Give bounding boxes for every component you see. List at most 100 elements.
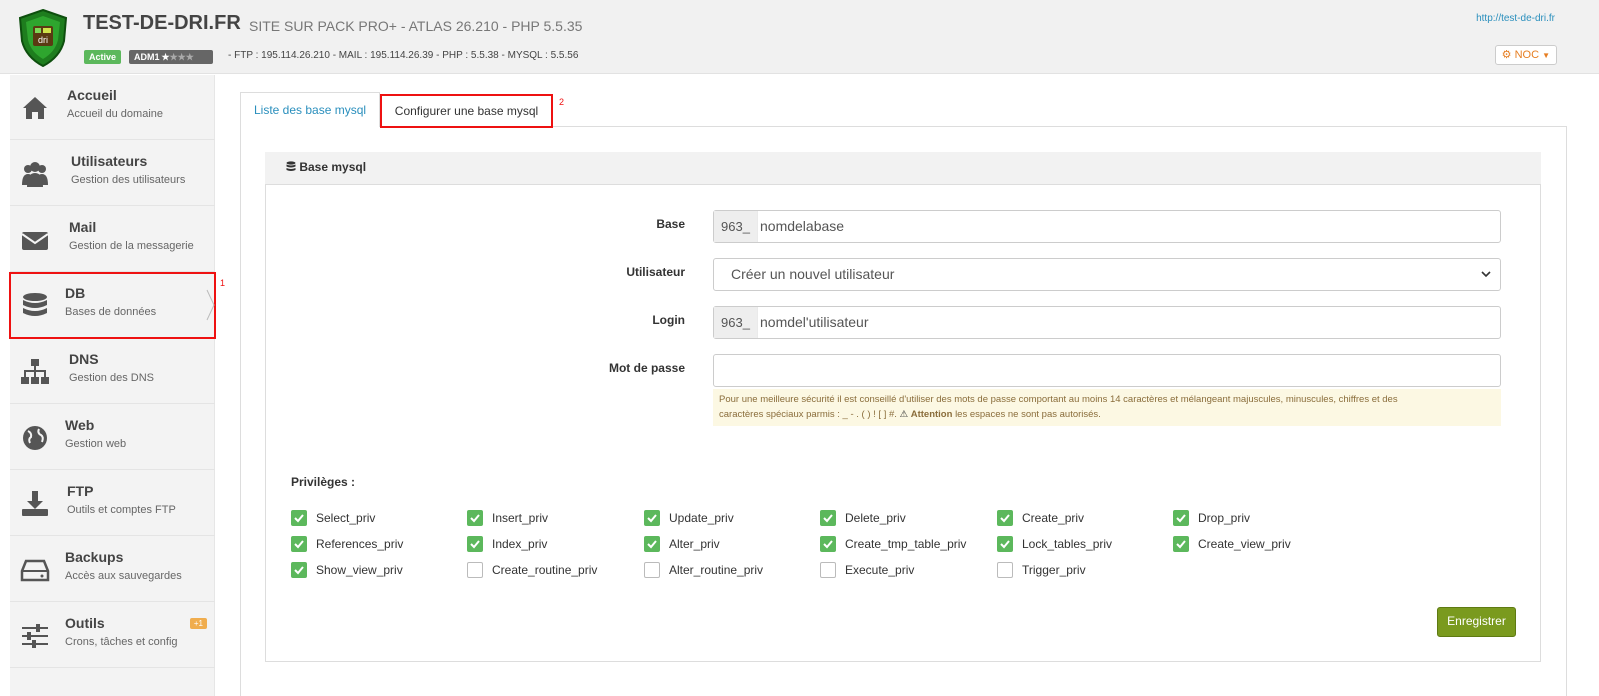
- sidebar-item-subtitle: Accueil du domaine: [67, 108, 164, 120]
- password-input[interactable]: [713, 354, 1501, 387]
- sidebar-item-title: Web: [65, 417, 95, 433]
- privilege-label: Show_view_priv: [316, 563, 403, 577]
- status-badge: Active: [84, 50, 122, 64]
- privilege-label: Create_tmp_table_priv: [845, 537, 967, 551]
- privilege-label: Select_priv: [316, 511, 376, 525]
- checkbox-checked-icon[interactable]: [997, 536, 1013, 552]
- checkbox-checked-icon[interactable]: [644, 510, 660, 526]
- sidebar-item-backups[interactable]: Backups Accès aux sauvegardes: [10, 537, 215, 602]
- tab-liste-bases[interactable]: Liste des base mysql: [240, 92, 381, 127]
- sidebar-item-web[interactable]: Web Gestion web: [10, 405, 215, 470]
- hint-line-1: Pour une meilleure sécurité il est conse…: [719, 394, 1398, 405]
- envelope-icon: [21, 232, 49, 250]
- annotation-marker-1: 1: [220, 278, 226, 288]
- database-icon: [286, 161, 296, 171]
- privilege-label: Drop_priv: [1198, 511, 1251, 525]
- logo-text: dri: [38, 35, 48, 45]
- sidebar-item-utilisateurs[interactable]: Utilisateurs Gestion des utilisateurs: [10, 141, 215, 206]
- privilege-label: Index_priv: [492, 537, 548, 551]
- sidebar-item-title: FTP: [67, 483, 94, 499]
- sidebar-item-title: Outils: [65, 615, 105, 631]
- privilege-label: Create_routine_priv: [492, 563, 598, 577]
- hint-line-2-end: les espaces ne sont pas autorisés.: [955, 409, 1101, 420]
- site-url-link[interactable]: http://test-de-dri.fr: [1476, 13, 1555, 24]
- sidebar-item-title: Utilisateurs: [71, 153, 148, 169]
- checkbox-unchecked-icon[interactable]: [644, 562, 660, 578]
- checkbox-checked-icon[interactable]: [467, 536, 483, 552]
- rating-stars-icon: ★★★★: [161, 52, 194, 62]
- sidebar: Accueil Accueil du domaine Utilisateurs …: [9, 75, 216, 696]
- sidebar-item-title: Backups: [65, 549, 124, 565]
- password-hint: Pour une meilleure sécurité il est conse…: [713, 389, 1501, 426]
- sidebar-item-outils[interactable]: Outils Crons, tâches et config +1: [10, 603, 215, 668]
- privilege-label: Create_view_priv: [1198, 537, 1291, 551]
- sliders-icon: [22, 624, 48, 648]
- checkbox-checked-icon[interactable]: [820, 510, 836, 526]
- site-title: TEST-DE-DRI.FR: [83, 12, 241, 34]
- checkbox-checked-icon[interactable]: [997, 510, 1013, 526]
- user-select[interactable]: Créer un nouvel utilisateur: [713, 258, 1501, 291]
- globe-icon: [23, 426, 47, 450]
- base-prefix-addon: 963_: [714, 211, 758, 242]
- database-icon: [23, 293, 47, 316]
- noc-dropdown-button[interactable]: ⚙ NOC ▼: [1494, 45, 1557, 65]
- sidebar-item-dns[interactable]: DNS Gestion des DNS: [10, 339, 215, 404]
- sidebar-item-subtitle: Gestion des utilisateurs: [71, 174, 186, 186]
- server-info: - FTP : 195.114.26.210 - MAIL : 195.114.…: [228, 50, 579, 61]
- checkbox-checked-icon[interactable]: [820, 536, 836, 552]
- sidebar-item-title: DNS: [69, 351, 99, 367]
- privilege-label: Lock_tables_priv: [1022, 537, 1113, 551]
- download-icon: [22, 491, 48, 516]
- checkbox-checked-icon[interactable]: [467, 510, 483, 526]
- checkbox-unchecked-icon[interactable]: [997, 562, 1013, 578]
- panel-title-text: Base mysql: [299, 160, 367, 174]
- sidebar-item-ftp[interactable]: FTP Outils et comptes FTP: [10, 471, 215, 536]
- checkbox-checked-icon[interactable]: [1173, 510, 1189, 526]
- panel-header: Base mysql: [265, 152, 1541, 185]
- site-logo-icon: dri: [18, 9, 68, 67]
- login-prefix-addon: 963_: [714, 307, 758, 338]
- admin-badge-label: ADM1: [134, 52, 160, 62]
- tab-configurer-base[interactable]: Configurer une base mysql: [380, 94, 553, 128]
- sidebar-item-db[interactable]: DB Bases de données: [9, 272, 216, 339]
- annotation-marker-2: 2: [559, 97, 565, 107]
- login-input[interactable]: 963_ nomdel'utilisateur: [713, 306, 1501, 339]
- privileges-label: Privilèges :: [291, 475, 356, 489]
- users-icon: [22, 162, 48, 187]
- hint-line-2-start: caractères spéciaux parmis : _ - . ( ) !…: [719, 409, 897, 420]
- caret-down-icon: ▼: [1542, 51, 1550, 60]
- base-name-input[interactable]: 963_ nomdelabase: [713, 210, 1501, 243]
- checkbox-checked-icon[interactable]: [291, 562, 307, 578]
- base-label: Base: [656, 217, 685, 231]
- hdd-icon: [20, 559, 50, 582]
- privilege-label: Create_priv: [1022, 511, 1085, 525]
- notification-badge: +1: [189, 618, 207, 629]
- sidebar-item-subtitle: Outils et comptes FTP: [67, 504, 176, 516]
- checkbox-checked-icon[interactable]: [1173, 536, 1189, 552]
- sidebar-item-accueil[interactable]: Accueil Accueil du domaine: [10, 75, 215, 140]
- privilege-label: Insert_priv: [492, 511, 549, 525]
- privilege-label: References_priv: [316, 537, 404, 551]
- checkbox-unchecked-icon[interactable]: [820, 562, 836, 578]
- sidebar-item-subtitle: Accès aux sauvegardes: [65, 570, 182, 582]
- privilege-label: Execute_priv: [845, 563, 915, 577]
- sitemap-icon: [21, 359, 49, 384]
- sidebar-item-subtitle: Gestion de la messagerie: [69, 240, 194, 252]
- privilege-label: Alter_routine_priv: [669, 563, 764, 577]
- sidebar-item-title: Mail: [69, 219, 97, 235]
- gear-icon: ⚙: [1501, 49, 1512, 61]
- user-select-value: Créer un nouvel utilisateur: [731, 266, 895, 282]
- checkbox-unchecked-icon[interactable]: [467, 562, 483, 578]
- login-value: nomdel'utilisateur: [760, 314, 869, 330]
- panel-title: Base mysql: [286, 160, 366, 174]
- checkbox-checked-icon[interactable]: [291, 510, 307, 526]
- active-indicator-icon: [206, 289, 215, 321]
- sidebar-item-mail[interactable]: Mail Gestion de la messagerie: [10, 207, 215, 272]
- privilege-label: Trigger_priv: [1022, 563, 1086, 577]
- checkbox-checked-icon[interactable]: [644, 536, 660, 552]
- checkbox-checked-icon[interactable]: [291, 536, 307, 552]
- privilege-label: Update_priv: [669, 511, 734, 525]
- base-name-value: nomdelabase: [760, 218, 845, 234]
- save-button[interactable]: Enregistrer: [1437, 607, 1516, 637]
- admin-badge: ADM1 ★★★★: [129, 50, 213, 64]
